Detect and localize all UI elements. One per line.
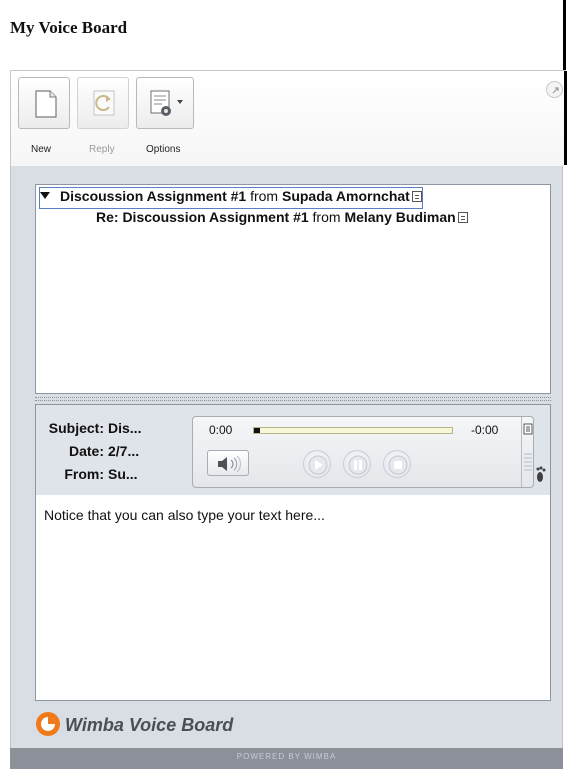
window-edge: [563, 0, 566, 70]
footer-bar: POWERED BY WIMBA: [10, 748, 563, 769]
elapsed-time: 0:00: [209, 423, 233, 437]
thread-row[interactable]: Re: Discoussion Assignment #1 from Melan…: [96, 209, 468, 229]
thread-from-word: from: [250, 188, 279, 204]
wimba-logo-icon: [36, 712, 60, 736]
from-value: Su...: [108, 466, 138, 482]
stop-button[interactable]: [383, 450, 411, 478]
page-title: My Voice Board: [10, 18, 128, 37]
powered-by-text: POWERED BY WIMBA: [236, 752, 337, 761]
window-edge: [564, 71, 567, 165]
thread-from-word: from: [312, 209, 341, 225]
remaining-time: -0:00: [471, 423, 499, 437]
progress-knob[interactable]: [254, 428, 260, 433]
stop-icon: [388, 455, 408, 475]
level-meter-icon: [524, 453, 532, 471]
text-message-icon: [411, 191, 422, 202]
date-label: Date:: [68, 443, 104, 459]
menu-icon[interactable]: [523, 423, 533, 435]
title-bar: My Voice Board: [0, 0, 574, 70]
reply-icon: [93, 90, 115, 116]
thread-list[interactable]: Discoussion Assignment #1 from Supada Am…: [35, 184, 551, 394]
options-button[interactable]: [136, 77, 194, 129]
player-side-controls: [521, 417, 534, 487]
message-header: Subject: Dis... Date: 2/7... From: Su...…: [36, 405, 550, 495]
options-button-label: Options: [146, 144, 181, 155]
reply-button[interactable]: [77, 77, 129, 129]
reply-button-label: Reply: [89, 144, 115, 155]
pause-icon: [348, 455, 368, 475]
text-message-icon: [457, 212, 468, 223]
options-gear-icon: [150, 90, 183, 116]
brand-name: Wimba Voice Board: [65, 715, 234, 735]
message-body-text[interactable]: Notice that you can also type your text …: [44, 507, 325, 523]
speaker-icon: [218, 455, 241, 473]
thread-title: Re: Discoussion Assignment #1: [96, 209, 309, 225]
thread-author: Supada Amornchat: [281, 188, 410, 204]
play-icon: [308, 455, 328, 475]
from-label: From:: [64, 466, 104, 482]
thread-author: Melany Budiman: [344, 209, 456, 225]
play-button[interactable]: [303, 450, 331, 478]
subject-value: Dis...: [108, 420, 142, 436]
pane-splitter[interactable]: [35, 397, 551, 401]
date-value: 2/7...: [108, 443, 140, 459]
chevron-down-icon: [177, 100, 183, 104]
subject-label: Subject:: [48, 420, 104, 436]
new-button[interactable]: [18, 77, 70, 129]
footprint-icon: [536, 466, 546, 482]
thread-row[interactable]: Discoussion Assignment #1 from Supada Am…: [39, 187, 423, 209]
collapse-toggle-icon[interactable]: [40, 192, 50, 199]
new-button-label: New: [31, 144, 52, 155]
progress-bar[interactable]: [253, 427, 453, 434]
pause-button[interactable]: [343, 450, 371, 478]
audio-player: 0:00 -0:00: [192, 416, 534, 488]
toolbar: New Reply Options: [10, 70, 567, 166]
thread-title: Discoussion Assignment #1: [60, 188, 247, 204]
new-document-icon: [35, 90, 57, 118]
popout-icon[interactable]: [546, 81, 563, 98]
voice-board-panel: Discoussion Assignment #1 from Supada Am…: [10, 166, 563, 748]
message-viewer: Subject: Dis... Date: 2/7... From: Su...…: [35, 404, 551, 701]
volume-button[interactable]: [207, 450, 249, 476]
